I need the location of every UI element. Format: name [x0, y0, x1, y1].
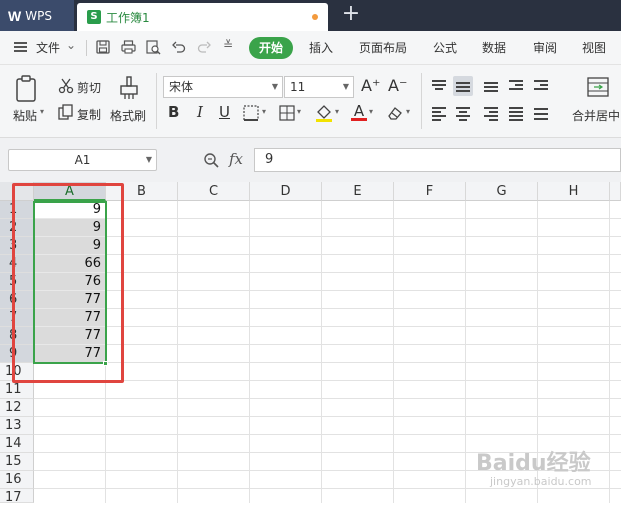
paste-icon[interactable]	[13, 75, 41, 103]
merge-center-button[interactable]: 合并居中	[572, 107, 620, 124]
chevron-down-icon[interactable]: ▾	[406, 107, 410, 116]
paste-label[interactable]: 粘贴	[13, 107, 37, 124]
indent-decrease-icon[interactable]	[506, 76, 526, 96]
ribbon-toolbar: 粘贴 ▾ 剪切 复制 格式刷 宋体 ▼ 11 ▼ A⁺ A⁻ B I U ▾ ▾…	[0, 65, 621, 138]
cell-reference: A1	[74, 153, 91, 167]
chevron-down-icon: ▼	[271, 82, 278, 91]
watermark: Baidu经验 jingyan.baidu.com	[476, 445, 616, 495]
column-header-h[interactable]: H	[538, 182, 610, 201]
tab-formulas[interactable]: 公式	[433, 39, 457, 56]
annotation-highlight-box	[12, 183, 124, 383]
save-icon[interactable]	[95, 40, 111, 56]
chevron-down-icon: ▼	[342, 82, 349, 91]
menu-divider	[86, 40, 87, 56]
scissors-icon[interactable]	[58, 78, 74, 94]
wps-home-tab[interactable]: W WPS	[0, 0, 74, 31]
chevron-down-icon[interactable]: ▾	[297, 107, 301, 116]
format-painter-icon[interactable]	[118, 75, 140, 101]
chevron-down-icon[interactable]: ⌄	[66, 38, 76, 52]
spreadsheet-doc-icon: S	[87, 10, 101, 24]
menu-bar: 文件 ⌄ ≚ 开始 插入 页面布局 公式 数据 审阅 视图	[0, 31, 621, 65]
chevron-down-icon[interactable]: ▾	[335, 107, 339, 116]
row-header[interactable]: 13	[0, 417, 34, 435]
column-header-f[interactable]: F	[394, 182, 466, 201]
watermark-logo: Baidu经验	[476, 451, 591, 476]
formula-bar: A1 ▼ fx 9	[0, 138, 621, 182]
font-size-value: 11	[290, 80, 306, 94]
row-header[interactable]: 17	[0, 489, 34, 505]
border-icon[interactable]	[243, 105, 259, 121]
fill-color-icon[interactable]	[315, 103, 333, 123]
tab-data[interactable]: 数据	[482, 39, 506, 56]
cell-border-style-icon[interactable]	[279, 105, 295, 121]
unsaved-dot-icon	[312, 14, 318, 20]
column-header-i[interactable]	[610, 182, 621, 201]
app-name: WPS	[25, 8, 52, 23]
bold-button[interactable]: B	[168, 103, 179, 121]
formula-input[interactable]: 9	[254, 148, 621, 172]
distributed-align-icon[interactable]	[531, 103, 551, 123]
merge-cells-icon[interactable]	[587, 77, 609, 97]
function-icon[interactable]: fx	[229, 150, 243, 168]
document-title: 工作簿1	[106, 10, 150, 25]
chevron-down-icon[interactable]: ▾	[262, 107, 266, 116]
align-middle-icon[interactable]	[453, 76, 473, 96]
copy-button[interactable]: 复制	[77, 106, 101, 123]
column-header-g[interactable]: G	[466, 182, 538, 201]
tab-page-layout[interactable]: 页面布局	[359, 39, 407, 56]
print-icon[interactable]	[120, 40, 136, 56]
new-tab-button[interactable]: +	[340, 3, 362, 27]
align-top-icon[interactable]	[429, 76, 449, 96]
tab-view[interactable]: 视图	[582, 39, 606, 56]
align-left-icon[interactable]	[429, 103, 449, 123]
hamburger-menu-icon[interactable]	[14, 42, 27, 52]
font-size-select[interactable]: 11 ▼	[284, 76, 354, 98]
undo-icon[interactable]	[171, 40, 187, 56]
zoom-search-icon[interactable]	[203, 152, 219, 168]
align-center-icon[interactable]	[453, 103, 473, 123]
row-header[interactable]: 14	[0, 435, 34, 453]
ribbon-divider	[156, 73, 157, 129]
tab-insert[interactable]: 插入	[309, 39, 333, 56]
italic-button[interactable]: I	[197, 103, 203, 121]
tab-start[interactable]: 开始	[249, 37, 293, 59]
align-bottom-icon[interactable]	[481, 76, 501, 96]
print-preview-icon[interactable]	[145, 40, 161, 56]
eraser-icon[interactable]	[387, 105, 403, 121]
align-right-icon[interactable]	[481, 103, 501, 123]
format-painter-label[interactable]: 格式刷	[110, 107, 146, 124]
column-header-d[interactable]: D	[250, 182, 322, 201]
font-name-value: 宋体	[169, 80, 194, 94]
name-box[interactable]: A1 ▼	[8, 149, 157, 171]
justify-icon[interactable]	[506, 103, 526, 123]
row-header[interactable]: 11	[0, 381, 34, 399]
font-name-select[interactable]: 宋体 ▼	[163, 76, 283, 98]
wps-logo-icon: W	[8, 7, 22, 24]
column-header-c[interactable]: C	[178, 182, 250, 201]
document-tab[interactable]: S 工作簿1	[77, 3, 328, 31]
watermark-url: jingyan.baidu.com	[490, 475, 592, 488]
column-header-e[interactable]: E	[322, 182, 394, 201]
cut-button[interactable]: 剪切	[77, 79, 101, 96]
indent-increase-icon[interactable]	[531, 76, 551, 96]
copy-icon[interactable]	[58, 104, 74, 120]
file-menu[interactable]: 文件	[36, 39, 60, 56]
paste-dropdown-icon[interactable]: ▾	[40, 107, 44, 116]
quick-access-more-icon[interactable]: ≚	[223, 38, 233, 52]
chevron-down-icon[interactable]: ▾	[369, 107, 373, 116]
tab-review[interactable]: 审阅	[533, 39, 557, 56]
decrease-font-button[interactable]: A⁻	[388, 76, 407, 95]
row-header[interactable]: 15	[0, 453, 34, 471]
underline-button[interactable]: U	[219, 103, 230, 121]
row-header[interactable]: 12	[0, 399, 34, 417]
row-header[interactable]: 16	[0, 471, 34, 489]
redo-icon[interactable]	[196, 40, 212, 56]
font-color-icon[interactable]: A	[351, 102, 367, 122]
ribbon-divider	[421, 73, 422, 129]
title-bar: W WPS S 工作簿1 +	[0, 0, 621, 31]
increase-font-button[interactable]: A⁺	[361, 76, 380, 95]
chevron-down-icon: ▼	[145, 155, 152, 164]
